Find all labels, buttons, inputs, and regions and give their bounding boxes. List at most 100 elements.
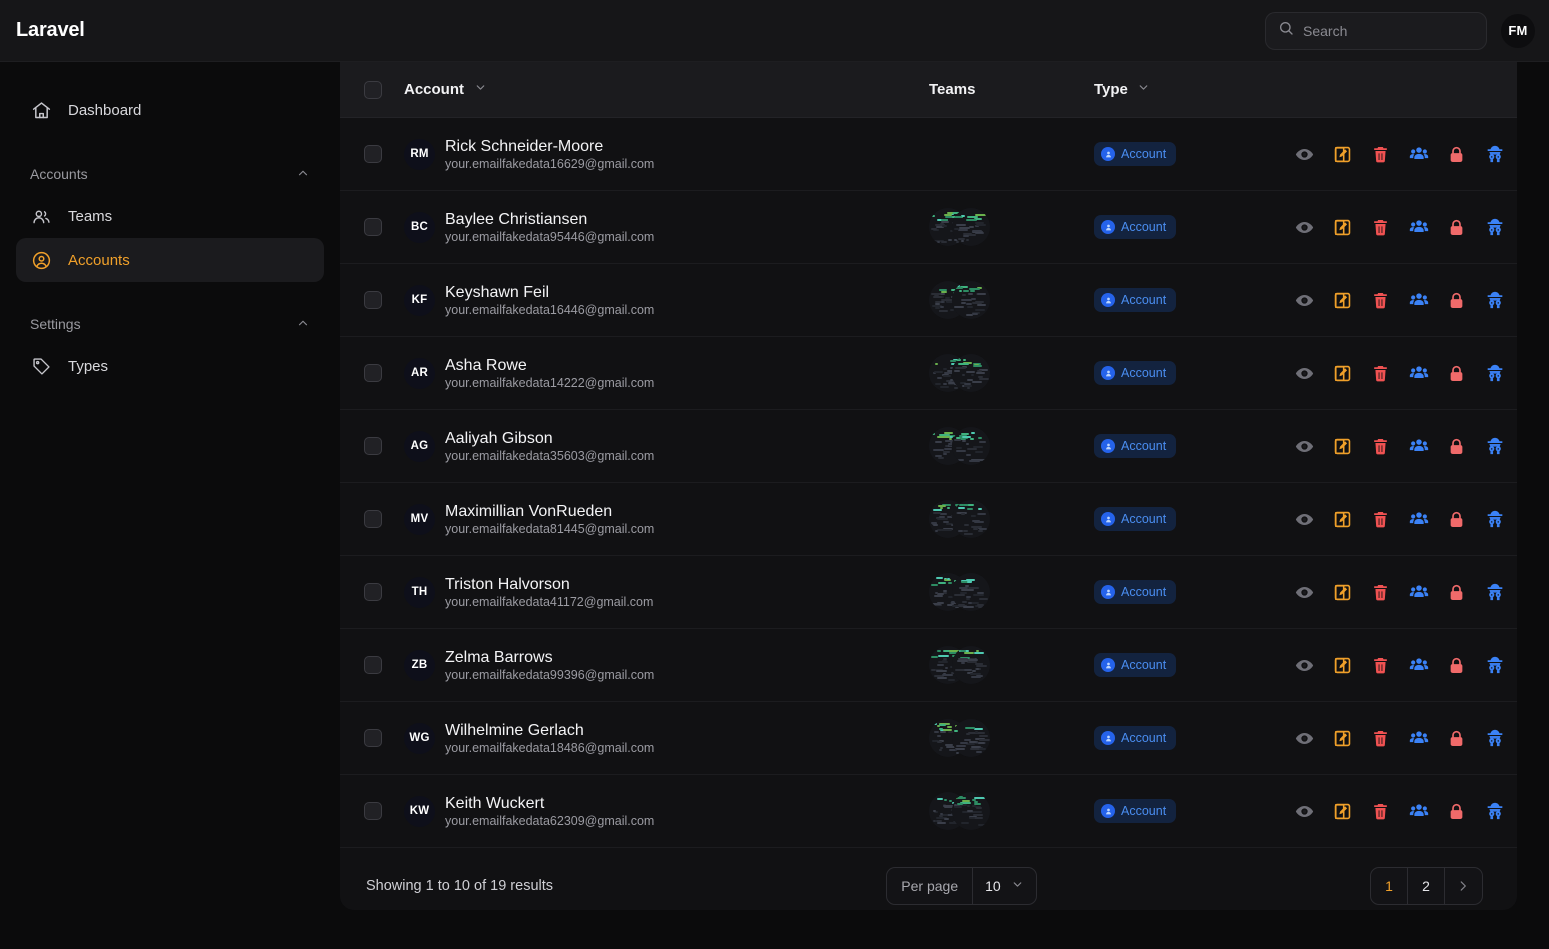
team-avatar[interactable] xyxy=(952,500,990,538)
select-all-checkbox[interactable] xyxy=(364,80,382,99)
delete-icon[interactable] xyxy=(1370,436,1391,457)
table-row[interactable]: MV Maximillian VonRueden your.emailfakedat… xyxy=(340,483,1517,556)
status-badge[interactable]: Account xyxy=(1094,288,1177,312)
edit-icon[interactable] xyxy=(1332,144,1353,165)
delete-icon[interactable] xyxy=(1370,582,1391,603)
lock-icon[interactable] xyxy=(1446,801,1467,822)
members-icon[interactable] xyxy=(1408,655,1429,676)
team-avatar[interactable] xyxy=(952,281,990,319)
view-icon[interactable] xyxy=(1294,217,1315,238)
row-checkbox[interactable] xyxy=(364,218,382,236)
table-row[interactable]: AR Asha Rowe your.emailfakedata14222@gmail… xyxy=(340,337,1517,410)
impersonate-icon[interactable] xyxy=(1484,290,1505,311)
members-icon[interactable] xyxy=(1408,509,1429,530)
delete-icon[interactable] xyxy=(1370,363,1391,384)
sidebar-item-accounts[interactable]: Accounts xyxy=(16,238,324,282)
edit-icon[interactable] xyxy=(1332,655,1353,676)
members-icon[interactable] xyxy=(1408,144,1429,165)
status-badge[interactable]: Account xyxy=(1094,653,1177,677)
per-page-control[interactable]: Per page 10 xyxy=(886,866,1037,905)
impersonate-icon[interactable] xyxy=(1484,144,1505,165)
status-badge[interactable]: Account xyxy=(1094,215,1177,239)
team-avatar[interactable] xyxy=(952,208,990,246)
row-checkbox[interactable] xyxy=(364,437,382,455)
delete-icon[interactable] xyxy=(1370,217,1391,238)
view-icon[interactable] xyxy=(1294,582,1315,603)
page-button-2[interactable]: 2 xyxy=(1408,867,1445,904)
status-badge[interactable]: Account xyxy=(1094,142,1177,166)
table-row[interactable]: ZB Zelma Barrows your.emailfakedata99396@g… xyxy=(340,629,1517,702)
column-header-type[interactable]: Type xyxy=(1094,81,1294,98)
search-input[interactable] xyxy=(1303,22,1474,39)
status-badge[interactable]: Account xyxy=(1094,434,1177,458)
impersonate-icon[interactable] xyxy=(1484,728,1505,749)
impersonate-icon[interactable] xyxy=(1484,509,1505,530)
page-button-1[interactable]: 1 xyxy=(1371,867,1408,904)
team-avatar[interactable] xyxy=(952,792,990,830)
table-row[interactable]: BC Baylee Christiansen your.emailfakedata9… xyxy=(340,191,1517,264)
edit-icon[interactable] xyxy=(1332,582,1353,603)
impersonate-icon[interactable] xyxy=(1484,582,1505,603)
edit-icon[interactable] xyxy=(1332,217,1353,238)
view-icon[interactable] xyxy=(1294,144,1315,165)
status-badge[interactable]: Account xyxy=(1094,507,1177,531)
view-icon[interactable] xyxy=(1294,801,1315,822)
lock-icon[interactable] xyxy=(1446,728,1467,749)
members-icon[interactable] xyxy=(1408,217,1429,238)
user-avatar[interactable]: FM xyxy=(1501,13,1535,48)
search-box[interactable] xyxy=(1265,11,1487,50)
status-badge[interactable]: Account xyxy=(1094,799,1177,823)
lock-icon[interactable] xyxy=(1446,217,1467,238)
view-icon[interactable] xyxy=(1294,509,1315,530)
row-checkbox[interactable] xyxy=(364,583,382,601)
impersonate-icon[interactable] xyxy=(1484,801,1505,822)
delete-icon[interactable] xyxy=(1370,728,1391,749)
members-icon[interactable] xyxy=(1408,290,1429,311)
lock-icon[interactable] xyxy=(1446,582,1467,603)
column-header-account[interactable]: Account xyxy=(404,81,929,98)
row-checkbox[interactable] xyxy=(364,510,382,528)
status-badge[interactable]: Account xyxy=(1094,580,1177,604)
members-icon[interactable] xyxy=(1408,363,1429,384)
sidebar-group-accounts[interactable]: Accounts xyxy=(16,160,324,188)
table-row[interactable]: RM Rick Schneider-Moore your.emailfakedata… xyxy=(340,118,1517,191)
lock-icon[interactable] xyxy=(1446,655,1467,676)
delete-icon[interactable] xyxy=(1370,144,1391,165)
row-checkbox[interactable] xyxy=(364,802,382,820)
sidebar-item-dashboard[interactable]: Dashboard xyxy=(16,88,324,132)
view-icon[interactable] xyxy=(1294,363,1315,384)
lock-icon[interactable] xyxy=(1446,290,1467,311)
pagination[interactable]: 1 2 xyxy=(1369,866,1483,905)
impersonate-icon[interactable] xyxy=(1484,217,1505,238)
lock-icon[interactable] xyxy=(1446,436,1467,457)
delete-icon[interactable] xyxy=(1370,801,1391,822)
status-badge[interactable]: Account xyxy=(1094,361,1177,385)
team-avatar[interactable] xyxy=(952,646,990,684)
team-avatar[interactable] xyxy=(952,573,990,611)
members-icon[interactable] xyxy=(1408,801,1429,822)
edit-icon[interactable] xyxy=(1332,728,1353,749)
delete-icon[interactable] xyxy=(1370,509,1391,530)
view-icon[interactable] xyxy=(1294,728,1315,749)
delete-icon[interactable] xyxy=(1370,655,1391,676)
lock-icon[interactable] xyxy=(1446,509,1467,530)
view-icon[interactable] xyxy=(1294,436,1315,457)
delete-icon[interactable] xyxy=(1370,290,1391,311)
team-avatar[interactable] xyxy=(952,354,990,392)
team-avatar[interactable] xyxy=(952,427,990,465)
row-checkbox[interactable] xyxy=(364,291,382,309)
members-icon[interactable] xyxy=(1408,582,1429,603)
members-icon[interactable] xyxy=(1408,436,1429,457)
per-page-select[interactable]: 10 xyxy=(972,867,1036,904)
impersonate-icon[interactable] xyxy=(1484,655,1505,676)
row-checkbox[interactable] xyxy=(364,656,382,674)
team-avatar[interactable] xyxy=(952,719,990,757)
table-row[interactable]: TH Triston Halvorson your.emailfakedata411… xyxy=(340,556,1517,629)
next-page-button[interactable] xyxy=(1445,868,1482,904)
row-checkbox[interactable] xyxy=(364,145,382,163)
edit-icon[interactable] xyxy=(1332,509,1353,530)
edit-icon[interactable] xyxy=(1332,290,1353,311)
row-checkbox[interactable] xyxy=(364,364,382,382)
edit-icon[interactable] xyxy=(1332,436,1353,457)
lock-icon[interactable] xyxy=(1446,144,1467,165)
